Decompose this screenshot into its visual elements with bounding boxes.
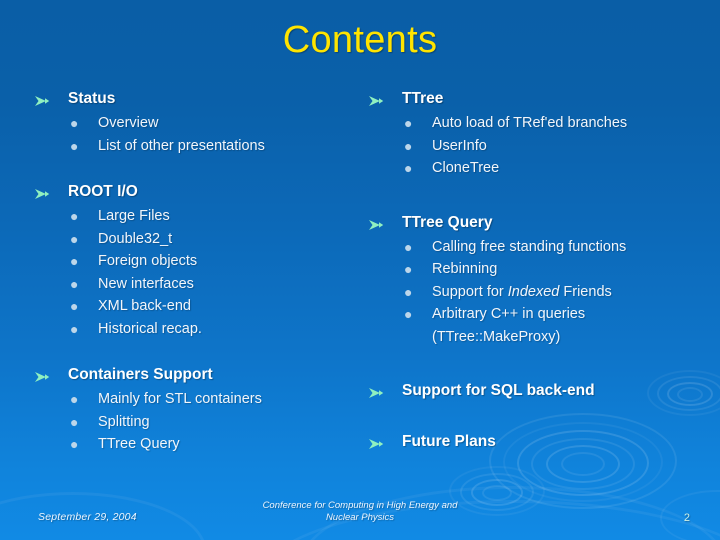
list-item-label: Splitting	[98, 413, 150, 430]
round-dot-bullet-icon: ●	[70, 436, 79, 452]
round-dot-bullet-icon: ●	[404, 115, 413, 131]
bullet-heading-ttree[interactable]: TTree	[368, 88, 708, 109]
wingdings-arrow-bullet-icon	[368, 382, 402, 398]
round-dot-bullet-icon: ●	[404, 238, 413, 255]
content-column-right: TTree ● Auto load of TRef'ed branches ● …	[368, 88, 708, 454]
bullet-heading-future-plans[interactable]: Future Plans	[368, 431, 708, 452]
list-item-label: New interfaces	[98, 275, 194, 292]
content-group-future-plans: Future Plans	[368, 431, 708, 452]
list-item[interactable]: ● New interfaces	[34, 273, 364, 296]
content-group-root-io: ROOT I/O ● Large Files ● Double32_t ● Fo…	[34, 181, 364, 340]
list-item[interactable]: ● Arbitrary C++ in queries (TTree::MakePr…	[368, 303, 708, 348]
sub-bullet-list: ● Mainly for STL containers ● Splitting …	[34, 388, 364, 456]
content-column-left: Status ● Overview ● List of other presen…	[34, 88, 364, 458]
list-item[interactable]: ● Rebinning	[368, 258, 708, 281]
round-dot-bullet-icon: ●	[404, 137, 413, 154]
list-item[interactable]: ● Historical recap.	[34, 318, 364, 341]
list-item-label-indexed-friends: Support for Indexed Friends	[432, 283, 612, 300]
content-group-ttree-query: TTree Query ● Calling free standing func…	[368, 212, 708, 349]
round-dot-bullet-icon: ●	[404, 160, 413, 176]
list-item-label: Historical recap.	[98, 320, 202, 337]
footer-conference-line-1: Conference for Computing in High Energy …	[262, 500, 458, 511]
wingdings-arrow-bullet-icon	[34, 90, 68, 106]
heading-label: Support for SQL back-end	[402, 382, 595, 399]
list-item-label: UserInfo	[432, 137, 487, 154]
sub-bullet-list: ● Auto load of TRef'ed branches ● UserIn…	[368, 112, 708, 180]
ripple-ring	[561, 452, 605, 476]
list-item[interactable]: ● Large Files	[34, 205, 364, 228]
list-item[interactable]: ● CloneTree	[368, 157, 708, 180]
round-dot-bullet-icon: ●	[70, 298, 79, 314]
list-item[interactable]: ● Mainly for STL containers	[34, 388, 364, 411]
list-item-label: Calling free standing functions	[432, 238, 627, 255]
round-dot-bullet-icon: ●	[404, 283, 413, 300]
list-item-label: TTree Query	[98, 436, 180, 452]
ripple-ring	[482, 485, 512, 501]
heading-label: Containers Support	[68, 366, 213, 383]
list-item-label: Mainly for STL containers	[98, 391, 262, 407]
round-dot-bullet-icon: ●	[404, 261, 413, 277]
list-item[interactable]: ● List of other presentations	[34, 135, 364, 158]
wingdings-arrow-bullet-icon	[34, 366, 68, 382]
content-group-ttree: TTree ● Auto load of TRef'ed branches ● …	[368, 88, 708, 180]
list-item[interactable]: ● Calling free standing functions	[368, 236, 708, 259]
round-dot-bullet-icon: ●	[70, 115, 79, 131]
list-item[interactable]: ● TTree Query	[34, 433, 364, 456]
list-item-label: XML back-end	[98, 298, 191, 314]
list-item-label: Rebinning	[432, 261, 498, 277]
list-item-label: Double32_t	[98, 230, 173, 247]
page-title: Contents	[282, 19, 438, 61]
sub-bullet-list: ● Calling free standing functions ● Rebi…	[368, 236, 708, 349]
list-item[interactable]: ● Support for Indexed Friends	[368, 281, 708, 304]
content-group-containers-support: Containers Support ● Mainly for STL cont…	[34, 364, 364, 456]
bullet-heading-root-io[interactable]: ROOT I/O	[34, 181, 364, 202]
list-item-label: Auto load of TRef'ed branches	[432, 115, 628, 131]
heading-label: TTree Query	[402, 213, 493, 231]
round-dot-bullet-icon: ●	[70, 391, 79, 407]
content-group-status: Status ● Overview ● List of other presen…	[34, 88, 364, 157]
round-dot-bullet-icon: ●	[70, 208, 79, 224]
list-item[interactable]: ● Splitting	[34, 411, 364, 434]
list-item[interactable]: ● Foreign objects	[34, 250, 364, 273]
bullet-heading-ttree-query[interactable]: TTree Query	[368, 212, 708, 233]
wingdings-arrow-bullet-icon	[368, 433, 402, 449]
wingdings-arrow-bullet-icon	[368, 90, 402, 106]
heading-label: TTree	[402, 90, 444, 107]
list-item-label: Large Files	[98, 208, 170, 224]
list-item[interactable]: ● XML back-end	[34, 295, 364, 318]
list-item[interactable]: ● Overview	[34, 112, 364, 135]
bullet-heading-containers-support[interactable]: Containers Support	[34, 364, 364, 385]
list-item[interactable]: ● Auto load of TRef'ed branches	[368, 112, 708, 135]
list-item-label-makeproxy: Arbitrary C++ in queries (TTree::MakeProx…	[432, 306, 586, 345]
wingdings-arrow-bullet-icon	[34, 183, 68, 199]
bullet-heading-sql-backend[interactable]: Support for SQL back-end	[368, 380, 708, 401]
heading-label: ROOT I/O	[68, 183, 138, 200]
list-item[interactable]: ● Double32_t	[34, 228, 364, 251]
round-dot-bullet-icon: ●	[70, 253, 79, 269]
wingdings-arrow-bullet-icon	[368, 214, 402, 230]
round-dot-bullet-icon: ●	[70, 137, 79, 154]
heading-label: Future Plans	[402, 433, 496, 450]
round-dot-bullet-icon: ●	[70, 413, 79, 430]
round-dot-bullet-icon: ●	[404, 306, 413, 322]
sub-bullet-list: ● Large Files ● Double32_t ● Foreign obj…	[34, 205, 364, 340]
footer-conference-name: Conference for Computing in High Energy …	[220, 500, 500, 524]
footer-date: September 29, 2004	[38, 511, 137, 523]
content-group-sql-backend: Support for SQL back-end	[368, 380, 708, 401]
footer-conference-line-2: Nuclear Physics	[325, 512, 395, 523]
round-dot-bullet-icon: ●	[70, 320, 79, 337]
heading-label: Status	[68, 90, 116, 107]
round-dot-bullet-icon: ●	[70, 230, 79, 247]
list-item-label: Overview	[98, 115, 159, 131]
footer-page-number: 2	[683, 512, 690, 524]
round-dot-bullet-icon: ●	[70, 275, 79, 292]
presentation-slide: Contents Status ● Overview ● List of oth…	[0, 0, 720, 540]
list-item[interactable]: ● UserInfo	[368, 135, 708, 158]
list-item-label: Foreign objects	[98, 253, 198, 269]
sub-bullet-list: ● Overview ● List of other presentations	[34, 112, 364, 157]
list-item-label: List of other presentations	[98, 137, 265, 154]
bullet-heading-status[interactable]: Status	[34, 88, 364, 109]
list-item-label: CloneTree	[432, 160, 500, 176]
